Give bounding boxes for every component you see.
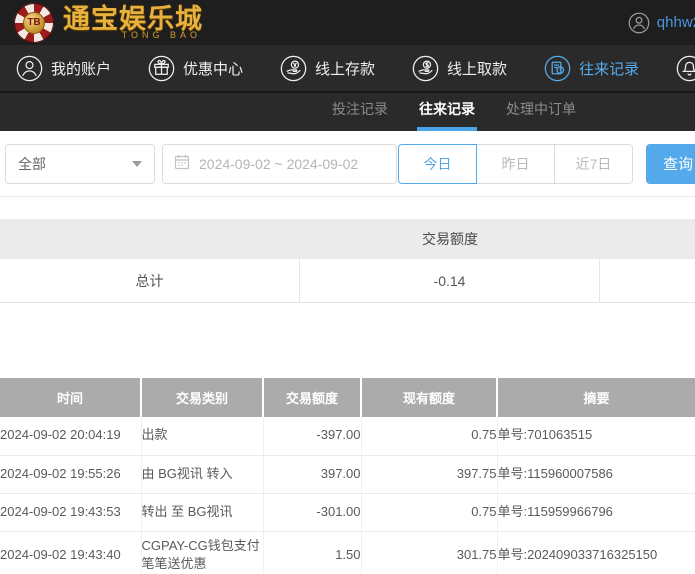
brand-name-en: TONG BAO — [122, 30, 201, 40]
username-label: qhhw2 — [657, 14, 695, 31]
cell-type: 出款 — [141, 417, 263, 455]
summary-table: 交易额度 总计 -0.14 — [0, 219, 695, 303]
summary-header-amount: 交易额度 — [300, 229, 600, 249]
date-range-value: 2024-09-02 ~ 2024-09-02 — [199, 156, 358, 172]
record-tabs: 投注记录 往来记录 处理中订单 — [0, 93, 695, 131]
cell-memo: 单号:115960007586 — [497, 455, 695, 493]
summary-empty-cell — [600, 259, 695, 302]
cell-time: 2024-09-02 19:43:53 — [0, 493, 141, 531]
cell-amount: -301.00 — [263, 493, 361, 531]
yesterday-button[interactable]: 昨日 — [476, 144, 555, 184]
user-avatar-icon — [628, 12, 650, 34]
cell-time: 2024-09-02 20:04:19 — [0, 417, 141, 455]
nav-item-label: 往来记录 — [579, 58, 639, 79]
summary-total-label: 总计 — [0, 259, 300, 302]
cell-amount: 397.00 — [263, 455, 361, 493]
spacer — [0, 303, 695, 378]
cell-memo: 单号:202409033716325150 — [497, 531, 695, 574]
search-button[interactable]: 查询 — [646, 144, 695, 184]
spacer — [0, 197, 695, 219]
cell-balance: 0.75 — [361, 417, 497, 455]
nav-item-label: 我的账户 — [51, 58, 111, 79]
nav-item-my-account[interactable]: 我的账户 — [16, 55, 111, 82]
nav-item-label: 线上取款 — [447, 58, 507, 79]
brand-text: 通宝娱乐城 TONG BAO — [63, 6, 203, 40]
cell-balance: 301.75 — [361, 531, 497, 574]
filter-bar: 全部 2024-09-02 ~ 2024-09-02 今日 昨日 近7日 查询 — [0, 131, 695, 197]
tab-betting-records[interactable]: 投注记录 — [330, 101, 390, 131]
records-icon — [544, 55, 571, 82]
user-icon — [16, 55, 43, 82]
nav-item-transaction-records[interactable]: 往来记录 — [544, 55, 639, 82]
col-header-type: 交易类别 — [141, 378, 263, 417]
cell-memo: 单号:115959966796 — [497, 493, 695, 531]
withdraw-icon — [412, 55, 439, 82]
user-account-area[interactable]: qhhw2 — [628, 0, 695, 45]
nav-item-label: 线上存款 — [315, 58, 375, 79]
cell-time: 2024-09-02 19:43:40 — [0, 531, 141, 574]
col-header-balance: 现有额度 — [361, 378, 497, 417]
page: TB 通宝娱乐城 TONG BAO qhhw2 — [0, 0, 695, 574]
nav-item-withdraw[interactable]: 线上取款 — [412, 55, 507, 82]
calendar-icon — [174, 154, 190, 173]
cell-time: 2024-09-02 19:55:26 — [0, 455, 141, 493]
poker-chip-icon: TB — [14, 3, 54, 43]
tab-transaction-records[interactable]: 往来记录 — [417, 101, 477, 131]
cell-balance: 0.75 — [361, 493, 497, 531]
nav-item-deposit[interactable]: 线上存款 — [280, 55, 375, 82]
tab-processing-orders[interactable]: 处理中订单 — [504, 101, 578, 131]
col-header-memo: 摘要 — [497, 378, 695, 417]
chevron-down-icon — [132, 161, 142, 167]
deposit-icon — [280, 55, 307, 82]
type-select-value: 全部 — [18, 154, 46, 174]
col-header-time: 时间 — [0, 378, 141, 417]
quick-date-group: 今日 昨日 近7日 — [398, 144, 633, 184]
bell-icon — [676, 55, 695, 82]
cell-amount: -397.00 — [263, 417, 361, 455]
chip-tb-monogram: TB — [23, 12, 45, 34]
cell-type: 转出 至 BG视讯 — [141, 493, 263, 531]
date-range-input[interactable]: 2024-09-02 ~ 2024-09-02 — [162, 144, 397, 184]
summary-header-row: 交易额度 — [0, 219, 695, 259]
today-button[interactable]: 今日 — [398, 144, 477, 184]
col-header-amount: 交易额度 — [263, 378, 361, 417]
main-nav: 我的账户 优惠中心 线上存款 — [0, 45, 695, 93]
brand-name-cn: 通宝娱乐城 — [63, 6, 203, 33]
transactions-table: 时间 交易类别 交易额度 现有额度 摘要 2024-09-02 20:04:19… — [0, 378, 695, 574]
cell-type: CGPAY-CG钱包支付笔笔送优惠 — [141, 531, 263, 574]
type-select[interactable]: 全部 — [5, 144, 155, 184]
table-row: 2024-09-02 19:43:40 CGPAY-CG钱包支付笔笔送优惠 1.… — [0, 531, 695, 574]
nav-item-messages[interactable]: 信息 — [676, 55, 695, 82]
gift-icon — [148, 55, 175, 82]
nav-item-label: 优惠中心 — [183, 58, 243, 79]
table-header-row: 时间 交易类别 交易额度 现有额度 摘要 — [0, 378, 695, 417]
cell-type: 由 BG视讯 转入 — [141, 455, 263, 493]
cell-amount: 1.50 — [263, 531, 361, 574]
cell-balance: 397.75 — [361, 455, 497, 493]
top-bar: TB 通宝娱乐城 TONG BAO qhhw2 — [0, 0, 695, 45]
table-row: 2024-09-02 20:04:19 出款 -397.00 0.75 单号:7… — [0, 417, 695, 455]
table-row: 2024-09-02 19:43:53 转出 至 BG视讯 -301.00 0.… — [0, 493, 695, 531]
table-row: 2024-09-02 19:55:26 由 BG视讯 转入 397.00 397… — [0, 455, 695, 493]
brand-logo[interactable]: TB 通宝娱乐城 TONG BAO — [14, 3, 203, 43]
summary-total-value: -0.14 — [300, 259, 600, 302]
last7days-button[interactable]: 近7日 — [554, 144, 633, 184]
cell-memo: 单号:701063515 — [497, 417, 695, 455]
summary-total-row: 总计 -0.14 — [0, 259, 695, 303]
nav-item-promotions[interactable]: 优惠中心 — [148, 55, 243, 82]
